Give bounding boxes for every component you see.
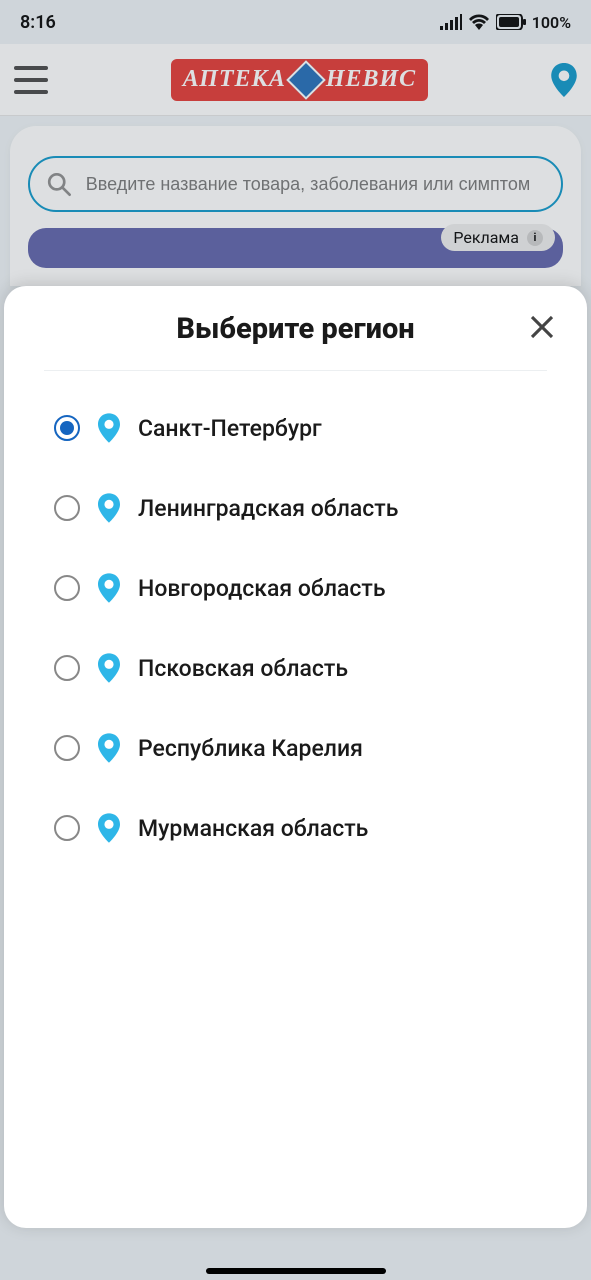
region-name: Мурманская область	[138, 815, 368, 842]
region-item-spb[interactable]: Санкт-Петербург	[44, 413, 547, 443]
region-sheet: Выберите регион Санкт-Петербург Ленингра…	[4, 286, 587, 1228]
pin-icon	[98, 813, 120, 843]
region-name: Ленинградская область	[138, 495, 398, 522]
region-name: Новгородская область	[138, 575, 386, 602]
region-item-novgorod[interactable]: Новгородская область	[44, 573, 547, 603]
region-item-lenobl[interactable]: Ленинградская область	[44, 493, 547, 523]
region-list: Санкт-Петербург Ленинградская область Но…	[44, 413, 547, 843]
region-name: Псковская область	[138, 655, 348, 682]
radio[interactable]	[54, 815, 80, 841]
sheet-title: Выберите регион	[176, 312, 414, 346]
radio[interactable]	[54, 655, 80, 681]
pin-icon	[98, 573, 120, 603]
radio[interactable]	[54, 495, 80, 521]
region-item-murmansk[interactable]: Мурманская область	[44, 813, 547, 843]
pin-icon	[98, 733, 120, 763]
radio[interactable]	[54, 575, 80, 601]
pin-icon	[98, 413, 120, 443]
region-name: Республика Карелия	[138, 735, 363, 762]
pin-icon	[98, 493, 120, 523]
region-item-karelia[interactable]: Республика Карелия	[44, 733, 547, 763]
radio[interactable]	[54, 735, 80, 761]
close-button[interactable]	[527, 312, 557, 342]
radio-selected[interactable]	[54, 415, 80, 441]
region-name: Санкт-Петербург	[138, 415, 322, 442]
region-item-pskov[interactable]: Псковская область	[44, 653, 547, 683]
home-indicator[interactable]	[206, 1268, 386, 1274]
pin-icon	[98, 653, 120, 683]
